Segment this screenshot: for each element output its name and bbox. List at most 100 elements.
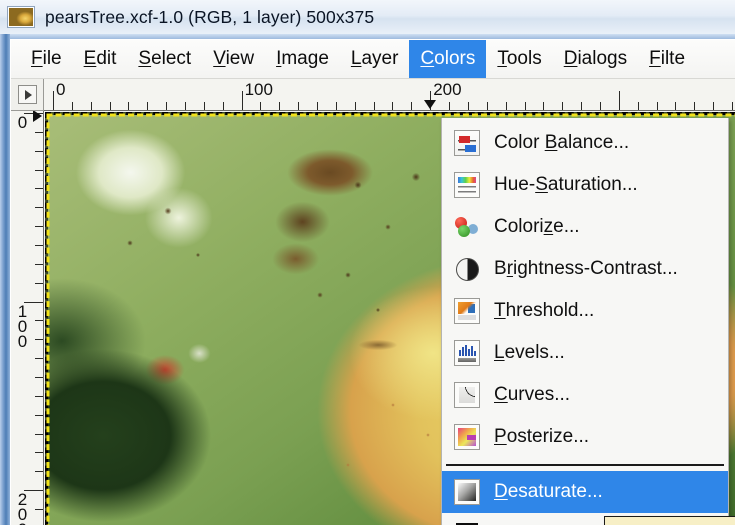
menubar-item-select[interactable]: Select: [127, 40, 202, 78]
vertical-ruler[interactable]: 0 100 200: [11, 111, 44, 525]
ruler-tick: [35, 471, 43, 472]
menu-item-label: Brightness-Contrast...: [494, 258, 678, 279]
menu-separator: [446, 464, 724, 466]
horizontal-ruler[interactable]: 0 100 200: [44, 79, 735, 111]
ruler-label: 0: [17, 113, 28, 132]
ruler-tick: [355, 102, 356, 110]
ruler-tick: [53, 91, 54, 110]
ruler-tick: [487, 102, 488, 110]
ruler-tick: [411, 102, 412, 110]
ruler-tick: [35, 415, 43, 416]
ruler-tick: [449, 102, 450, 110]
menubar-item-label: Image: [276, 48, 329, 69]
threshold-icon: [454, 298, 480, 324]
ruler-tick: [110, 102, 111, 110]
ruler-tick: [35, 283, 43, 284]
ruler-tick: [279, 102, 280, 110]
ruler-tick: [35, 151, 43, 152]
ruler-tick: [638, 102, 639, 110]
menu-item-color-balance[interactable]: Color Balance...: [442, 122, 728, 164]
ruler-tick: [336, 102, 337, 110]
ruler-label: 200: [433, 80, 462, 99]
ruler-tick: [242, 91, 243, 110]
window-title: pearsTree.xcf-1.0 (RGB, 1 layer) 500x375: [45, 6, 375, 27]
menu-item-label: Curves...: [494, 384, 571, 405]
menu-item-brightness-contrast[interactable]: Brightness-Contrast...: [442, 248, 728, 290]
ruler-label: 200: [17, 490, 28, 525]
posterize-icon: [454, 424, 480, 450]
menubar-item-label: Edit: [83, 48, 117, 69]
ruler-tick: [35, 320, 43, 321]
menu-item-label: Threshold...: [494, 300, 595, 321]
ruler-tick: [72, 102, 73, 110]
pointer-position-marker-vertical: [33, 111, 42, 122]
menubar-item-label: View: [213, 48, 255, 69]
ruler-tick: [35, 226, 43, 227]
menubar-item-label: Colors: [420, 48, 476, 69]
menu-item-posterize[interactable]: Posterize...: [442, 416, 728, 458]
menu-item-curves[interactable]: Curves...: [442, 374, 728, 416]
menubar-item-view[interactable]: View: [202, 40, 265, 78]
menu-item-threshold[interactable]: Threshold...: [442, 290, 728, 332]
menu-item-hue-saturation[interactable]: Hue-Saturation...: [442, 164, 728, 206]
menubar-item-dialogs[interactable]: Dialogs: [553, 40, 638, 78]
menubar-item-image[interactable]: Image: [265, 40, 340, 78]
hue-saturation-icon: [454, 172, 480, 198]
menubar-item-label: File: [31, 48, 62, 69]
menubar-item-edit[interactable]: Edit: [73, 40, 128, 78]
menu-item-colorize[interactable]: Colorize...: [442, 206, 728, 248]
ruler-tick: [525, 102, 526, 110]
menu-item-label: Levels...: [494, 342, 565, 363]
menubar-item-tools[interactable]: Tools: [486, 40, 552, 78]
menu-item-label: Color Balance...: [494, 132, 630, 153]
window-client-area: File Edit Select View Image Layer Colors Tools D…: [10, 39, 735, 525]
ruler-tick: [260, 102, 261, 110]
menubar-item-file[interactable]: File: [20, 40, 73, 78]
brightness-contrast-icon: [454, 256, 480, 282]
ruler-tick: [506, 102, 507, 110]
ruler-tick: [223, 102, 224, 110]
ruler-tick: [298, 102, 299, 110]
ruler-tick: [147, 102, 148, 110]
colorize-icon: [454, 214, 480, 240]
ruler-tick: [35, 358, 43, 359]
ruler-tick: [35, 396, 43, 397]
ruler-tick: [732, 102, 733, 110]
menubar-item-label: Select: [138, 48, 192, 69]
pear-thumbnail-icon: [7, 6, 35, 28]
pointer-position-marker-horizontal: [424, 100, 437, 109]
curves-icon: [454, 382, 480, 408]
menubar-item-filte[interactable]: Filte: [638, 40, 696, 78]
ruler-tick: [91, 102, 92, 110]
navigate-arrow-icon[interactable]: [17, 85, 37, 104]
ruler-label: 100: [244, 80, 273, 99]
ruler-tick: [204, 102, 205, 110]
ruler-tick: [35, 452, 43, 453]
ruler-tick: [675, 102, 676, 110]
ruler-tick: [35, 132, 43, 133]
menubar-item-label: Layer: [350, 48, 399, 69]
ruler-tick: [317, 102, 318, 110]
ruler-tick: [185, 102, 186, 110]
ruler-tick: [166, 102, 167, 110]
ruler-tick: [619, 91, 620, 110]
gimp-image-window: pearsTree.xcf-1.0 (RGB, 1 layer) 500x375…: [0, 0, 735, 525]
ruler-tick: [35, 170, 43, 171]
menu-item-label: Desaturate...: [494, 481, 603, 502]
ruler-tick: [600, 102, 601, 110]
ruler-tick: [35, 207, 43, 208]
menubar-item-layer[interactable]: Layer: [340, 40, 410, 78]
ruler-tick: [468, 102, 469, 110]
levels-icon: [454, 340, 480, 366]
menubar-item-colors[interactable]: Colors: [409, 40, 487, 78]
ruler-tick: [374, 102, 375, 110]
menu-item-levels[interactable]: Levels...: [442, 332, 728, 374]
ruler-tick: [35, 377, 43, 378]
menu-item-label: Hue-Saturation...: [494, 174, 638, 195]
menu-item-label: Posterize...: [494, 426, 590, 447]
desaturate-icon: [454, 479, 480, 505]
colors-dropdown-menu[interactable]: Color Balance... Hue-Saturation... Coloriz…: [441, 118, 729, 525]
menu-item-desaturate[interactable]: Desaturate...: [442, 471, 728, 513]
menu-bar: File Edit Select View Image Layer Colors Tools D…: [11, 40, 735, 79]
ruler-tick: [35, 245, 43, 246]
